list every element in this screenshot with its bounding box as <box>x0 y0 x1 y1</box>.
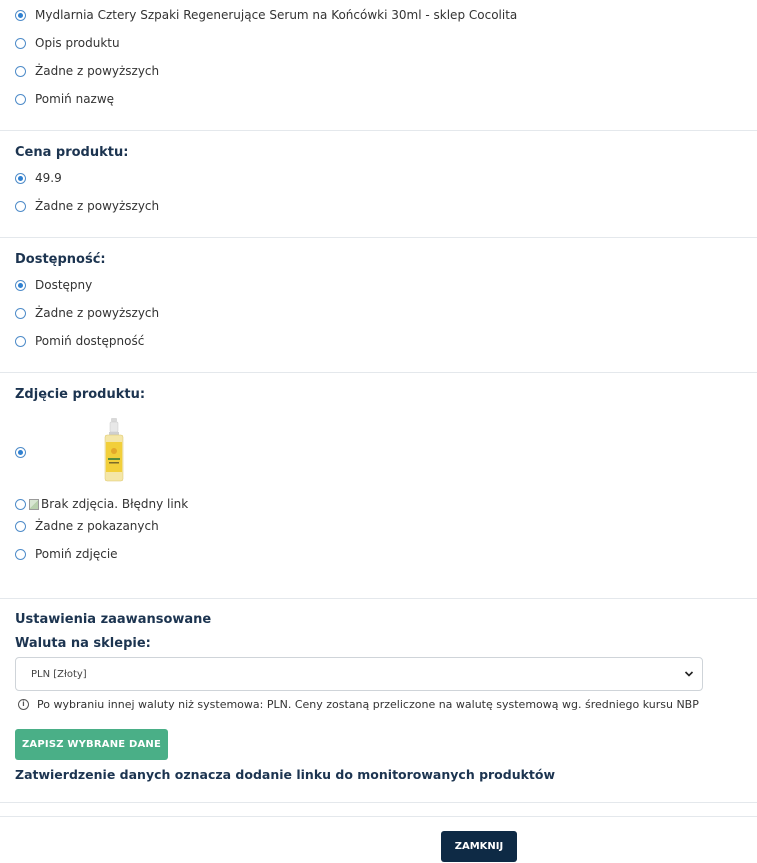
save-selected-data-button[interactable]: ZAPISZ WYBRANE DANE <box>15 729 168 760</box>
close-button[interactable]: ZAMKNIJ <box>441 831 517 862</box>
availability-option-skip[interactable]: Pomiń dostępność <box>15 331 144 351</box>
option-label: Pomiń zdjęcie <box>35 547 118 561</box>
radio-button[interactable] <box>15 520 26 532</box>
name-option-none[interactable]: Żadne z powyższych <box>15 61 159 81</box>
image-option-product-photo[interactable] <box>15 442 26 462</box>
price-option-value[interactable]: 49.9 <box>15 168 62 188</box>
footer-divider <box>0 816 757 817</box>
radio-button[interactable] <box>15 93 26 105</box>
currency-selected-value: PLN [Złoty] <box>31 668 87 680</box>
option-label: Pomiń dostępność <box>35 334 145 348</box>
radio-button[interactable] <box>15 37 26 49</box>
name-option-description[interactable]: Opis produktu <box>15 33 120 53</box>
radio-button[interactable] <box>15 446 26 458</box>
image-option-broken-link[interactable]: Brak zdjęcia. Błędny link <box>15 494 188 514</box>
section-divider <box>0 237 757 238</box>
option-label: Pomiń nazwę <box>35 92 115 106</box>
option-label: Żadne z pokazanych <box>35 519 159 533</box>
option-label: Dostępny <box>35 278 93 292</box>
name-option-store-title[interactable]: Mydlarnia Cztery Szpaki Regenerujące Ser… <box>15 5 517 25</box>
price-option-none[interactable]: Żadne z powyższych <box>15 196 159 216</box>
option-label: Żadne z powyższych <box>35 199 160 213</box>
broken-image-alt-text: Brak zdjęcia. Błędny link <box>41 497 189 511</box>
section-divider <box>0 802 757 803</box>
product-thumbnail-image <box>104 418 124 482</box>
radio-button[interactable] <box>15 172 26 184</box>
section-divider <box>0 598 757 599</box>
section-divider <box>0 130 757 131</box>
availability-heading: Dostępność: <box>15 252 106 267</box>
radio-button[interactable] <box>15 498 26 510</box>
image-option-skip[interactable]: Pomiń zdjęcie <box>15 544 118 564</box>
availability-option-none[interactable]: Żadne z powyższych <box>15 303 159 323</box>
broken-image-icon <box>29 498 39 510</box>
currency-select[interactable]: PLN [Złoty] <box>15 657 703 691</box>
info-icon: i <box>18 699 29 710</box>
currency-info-note: i Po wybraniu innej waluty niż systemowa… <box>18 698 699 711</box>
image-heading: Zdjęcie produktu: <box>15 387 146 402</box>
radio-button[interactable] <box>15 307 26 319</box>
radio-button[interactable] <box>15 279 26 291</box>
price-heading: Cena produktu: <box>15 145 129 160</box>
radio-button[interactable] <box>15 200 26 212</box>
name-option-skip[interactable]: Pomiń nazwę <box>15 89 114 109</box>
advanced-settings-heading: Ustawienia zaawansowane <box>15 612 212 627</box>
radio-button[interactable] <box>15 335 26 347</box>
broken-image: Brak zdjęcia. Błędny link <box>29 497 188 511</box>
option-label: 49.9 <box>35 171 62 185</box>
availability-option-available[interactable]: Dostępny <box>15 275 92 295</box>
confirmation-note: Zatwierdzenie danych oznacza dodanie lin… <box>15 767 556 782</box>
radio-button[interactable] <box>15 9 26 21</box>
option-label: Opis produktu <box>35 36 120 50</box>
option-label: Żadne z powyższych <box>35 64 160 78</box>
currency-label: Waluta na sklepie: <box>15 636 151 651</box>
radio-button[interactable] <box>15 548 26 560</box>
image-option-none[interactable]: Żadne z pokazanych <box>15 516 159 536</box>
chevron-down-icon <box>684 671 694 677</box>
section-divider <box>0 372 757 373</box>
currency-info-text: Po wybraniu innej waluty niż systemowa: … <box>37 698 699 711</box>
radio-button[interactable] <box>15 65 26 77</box>
option-label: Mydlarnia Cztery Szpaki Regenerujące Ser… <box>35 8 518 22</box>
option-label: Żadne z powyższych <box>35 306 160 320</box>
